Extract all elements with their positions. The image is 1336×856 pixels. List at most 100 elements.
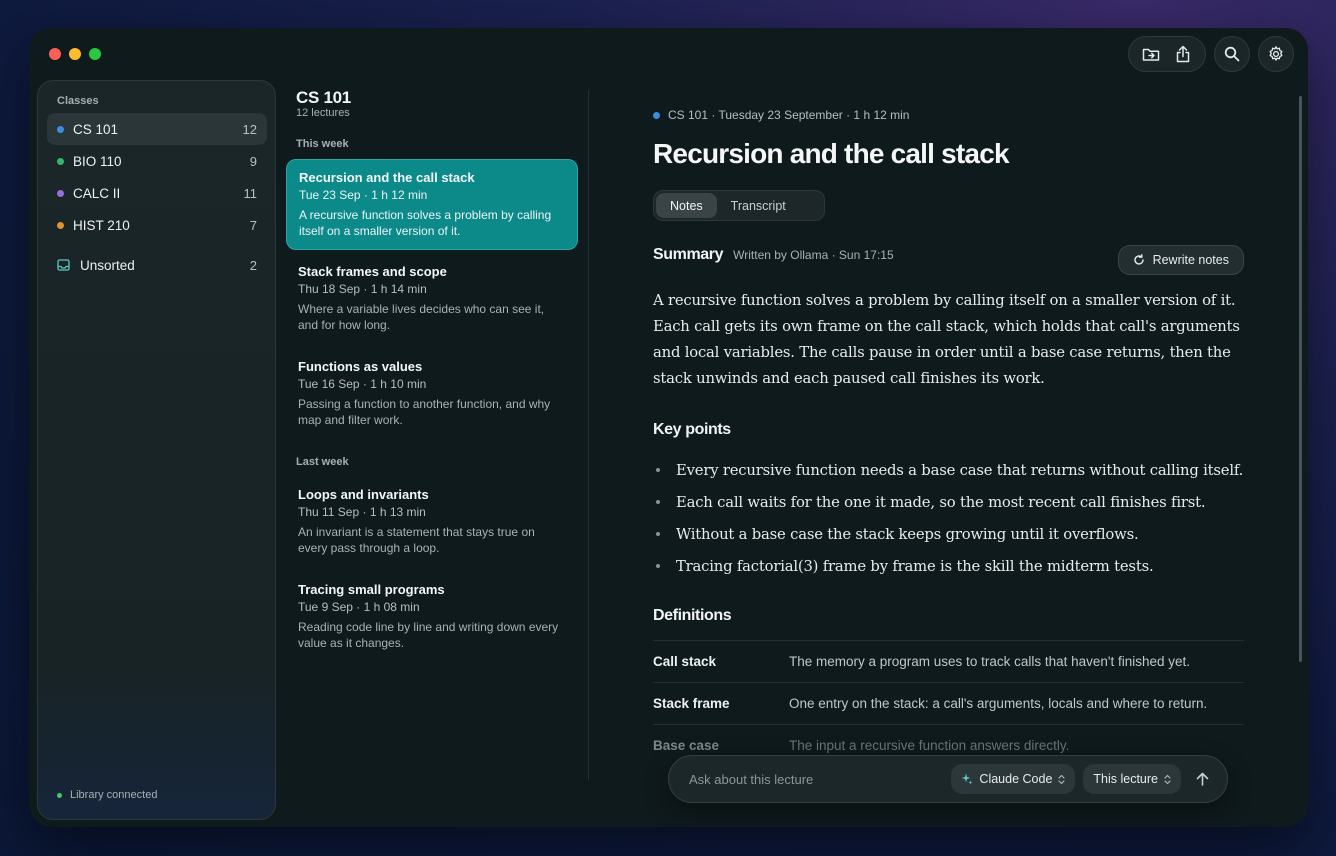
lecture-desc: Reading code line by line and writing do… xyxy=(298,620,559,650)
import-button[interactable] xyxy=(1135,38,1167,70)
search-icon xyxy=(1224,46,1240,62)
list-item: Without a base case the stack keeps grow… xyxy=(653,518,1248,550)
class-color-dot xyxy=(57,157,64,165)
summary-heading: Summary xyxy=(653,246,724,263)
definition-desc: One entry on the stack: a call's argumen… xyxy=(789,696,1208,711)
lecture-title: Tracing small programs xyxy=(298,582,445,597)
lecture-title: Stack frames and scope xyxy=(298,264,447,279)
definition-term: Stack frame xyxy=(653,696,730,711)
minimize-window-button[interactable] xyxy=(69,48,81,60)
list-title: CS 101 xyxy=(296,88,351,107)
sidebar-item-calc2[interactable]: CALC II 11 xyxy=(47,177,267,209)
ask-input[interactable] xyxy=(689,771,944,787)
lecture-title: Loops and invariants xyxy=(298,487,429,502)
class-color-dot xyxy=(653,111,660,119)
lecture-meta: Thu 11 Sep · 1 h 13 min xyxy=(298,505,426,519)
close-window-button[interactable] xyxy=(49,48,61,60)
definitions-heading: Definitions xyxy=(653,607,732,624)
class-color-dot xyxy=(57,221,64,229)
window-controls xyxy=(49,48,101,60)
pane-divider[interactable] xyxy=(588,90,589,780)
lecture-item[interactable]: Tracing small programs Tue 9 Sep · 1 h 0… xyxy=(286,572,578,661)
sidebar-item-hist210[interactable]: HIST 210 7 xyxy=(47,209,267,241)
class-label: CALC II xyxy=(73,185,121,201)
lecture-meta-line: CS 101 · Tuesday 23 September · 1 h 12 m… xyxy=(653,108,909,122)
scope-select[interactable]: This lecture xyxy=(1083,764,1181,794)
unsorted-count: 2 xyxy=(249,257,257,273)
settings-button[interactable] xyxy=(1258,36,1294,72)
zoom-window-button[interactable] xyxy=(89,48,101,60)
rewrite-notes-button[interactable]: Rewrite notes xyxy=(1117,245,1244,275)
sidebar-item-unsorted[interactable]: Unsorted 2 xyxy=(47,249,267,281)
lecture-desc: An invariant is a statement that stays t… xyxy=(298,525,535,555)
lecture-desc: Where a variable lives decides who can s… xyxy=(298,302,545,332)
class-color-dot xyxy=(57,125,64,133)
rewrite-notes-label: Rewrite notes xyxy=(1152,253,1229,267)
table-row: Call stack The memory a program uses to … xyxy=(653,640,1244,682)
lecture-desc: Passing a function to another function, … xyxy=(298,397,551,427)
class-count: 12 xyxy=(242,121,257,137)
app-window: Classes CS 101 12 BIO 110 9 CALC II 11 H… xyxy=(29,28,1308,827)
lecture-item[interactable]: Functions as values Tue 16 Sep · 1 h 10 … xyxy=(286,349,578,438)
sidebar-item-bio110[interactable]: BIO 110 9 xyxy=(47,145,267,177)
content-scrollbar[interactable] xyxy=(1299,96,1302,662)
library-status: Library connected xyxy=(57,789,157,801)
group-label-last-week: Last week xyxy=(296,456,349,468)
share-button[interactable] xyxy=(1167,38,1199,70)
lecture-meta-text: CS 101 · Tuesday 23 September · 1 h 12 m… xyxy=(668,108,910,122)
table-row: Stack frame One entry on the stack: a ca… xyxy=(653,682,1244,724)
refresh-icon xyxy=(1133,254,1144,265)
lecture-item[interactable]: Loops and invariants Thu 11 Sep · 1 h 13… xyxy=(286,477,578,566)
bullet-icon xyxy=(656,564,660,568)
key-point-text: Tracing factorial(3) frame by frame is t… xyxy=(676,557,1154,575)
lecture-detail: CS 101 · Tuesday 23 September · 1 h 12 m… xyxy=(653,88,1248,827)
model-select[interactable]: Claude Code xyxy=(951,764,1076,794)
lecture-meta: Tue 23 Sep · 1 h 12 min xyxy=(299,188,428,202)
list-subtitle: 12 lectures xyxy=(296,107,350,119)
tray-icon xyxy=(57,259,70,271)
sidebar-item-cs101[interactable]: CS 101 12 xyxy=(47,113,267,145)
group-label-this-week: This week xyxy=(296,138,349,150)
chevron-updown-icon xyxy=(1164,774,1171,784)
ask-composer: Claude Code This lecture xyxy=(668,755,1228,803)
lecture-title: Functions as values xyxy=(298,359,423,374)
tab-notes[interactable]: Notes xyxy=(656,193,717,218)
library-status-text: Library connected xyxy=(70,789,158,801)
tab-transcript[interactable]: Transcript xyxy=(717,193,800,218)
lecture-desc: A recursive function solves a problem by… xyxy=(299,208,552,238)
definitions-table: Call stack The memory a program uses to … xyxy=(653,640,1244,766)
summary-byline: Written by Ollama · Sun 17:15 xyxy=(733,248,894,262)
list-item: Every recursive function needs a base ca… xyxy=(653,454,1248,486)
key-points-list: Every recursive function needs a base ca… xyxy=(653,454,1248,582)
send-button[interactable] xyxy=(1187,764,1217,794)
arrow-up-icon xyxy=(1196,772,1208,786)
lecture-meta: Tue 16 Sep · 1 h 10 min xyxy=(298,377,427,391)
definition-term: Base case xyxy=(653,738,720,753)
key-point-text: Without a base case the stack keeps grow… xyxy=(676,525,1139,543)
lecture-title: Recursion and the call stack xyxy=(299,170,475,185)
class-count: 9 xyxy=(249,153,257,169)
folder-import-icon xyxy=(1142,48,1160,61)
sidebar: Classes CS 101 12 BIO 110 9 CALC II 11 H… xyxy=(37,80,276,820)
sparkle-icon xyxy=(961,773,973,785)
list-item: Each call waits for the one it made, so … xyxy=(653,486,1248,518)
sidebar-heading: Classes xyxy=(57,95,99,107)
scope-select-label: This lecture xyxy=(1093,772,1158,786)
list-item: Tracing factorial(3) frame by frame is t… xyxy=(653,550,1248,582)
lecture-list: CS 101 12 lectures This week Recursion a… xyxy=(286,88,586,827)
search-button[interactable] xyxy=(1214,36,1250,72)
toolbar-group xyxy=(1128,36,1206,72)
gear-icon xyxy=(1269,46,1283,61)
chevron-updown-icon xyxy=(1058,774,1065,784)
summary-header: Summary Written by Ollama · Sun 17:15 xyxy=(653,246,894,264)
lecture-meta: Thu 18 Sep · 1 h 14 min xyxy=(298,282,427,296)
lecture-meta: Tue 9 Sep · 1 h 08 min xyxy=(298,600,420,614)
key-point-text: Each call waits for the one it made, so … xyxy=(676,493,1206,511)
bullet-icon xyxy=(656,500,660,504)
view-tabs: Notes Transcript xyxy=(653,190,825,221)
class-label: CS 101 xyxy=(73,121,119,137)
lecture-item[interactable]: Recursion and the call stack Tue 23 Sep … xyxy=(286,159,578,250)
lecture-item[interactable]: Stack frames and scope Thu 18 Sep · 1 h … xyxy=(286,254,578,343)
definition-desc: The memory a program uses to track calls… xyxy=(789,654,1191,669)
definition-term: Call stack xyxy=(653,654,717,669)
